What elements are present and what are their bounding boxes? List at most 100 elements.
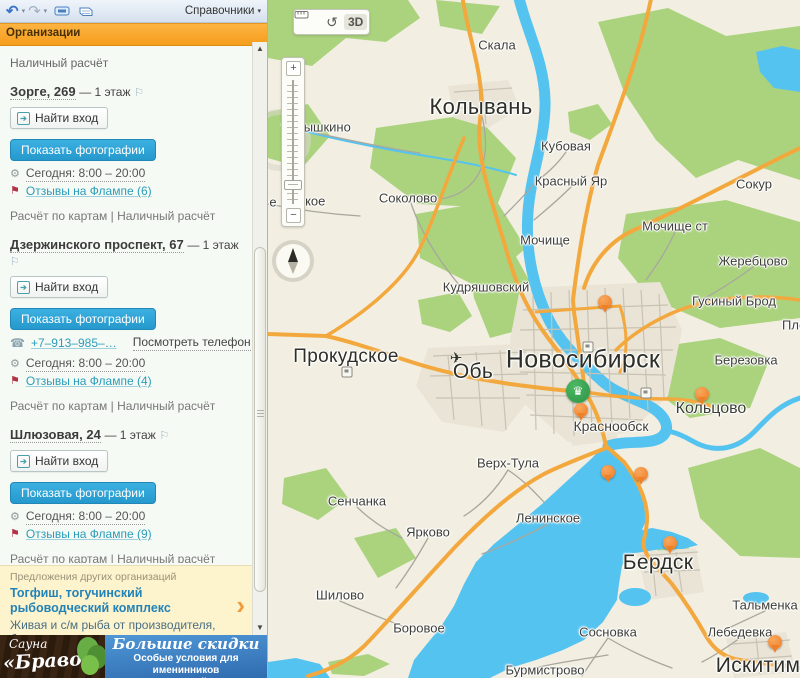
zoom-in-button[interactable]: + xyxy=(286,61,301,76)
map-town-label: Кольцово xyxy=(676,400,747,418)
map-town-label: Прокудское xyxy=(293,346,398,368)
map-pin-flag-icon[interactable]: ⚐ xyxy=(10,256,20,268)
map-pin-flag-icon[interactable]: ⚐ xyxy=(159,430,169,442)
map-town-label: Бурмистрово xyxy=(506,663,585,678)
map-town-label: Гусиный Брод xyxy=(692,294,776,309)
org-entry: Дзержинского проспект, 67 — 1 этаж ⚐ ➔ Н… xyxy=(10,237,245,414)
flamp-reviews-link[interactable]: Отзывы на Флампе (6) xyxy=(26,184,152,199)
app-toolbar: ↶ ▾ ↷ ▾ Справочники ▾ xyxy=(0,0,267,23)
other-offers-block[interactable]: Предложения других организаций Тогфиш, т… xyxy=(0,565,253,635)
map-town-label: Соколово xyxy=(379,191,437,206)
offer-description: Живая и с/м рыба от производителя, без xyxy=(10,618,227,635)
map-pin-flag-icon[interactable]: ⚐ xyxy=(134,87,144,99)
rotate-icon[interactable]: ↺ xyxy=(320,12,344,32)
map-town-label: Березовка xyxy=(714,353,777,368)
map-town-label: Красный Яр xyxy=(535,174,608,189)
pin-tail xyxy=(604,475,612,483)
payment-methods-text: Расчёт по картам | Наличный расчёт xyxy=(10,552,245,563)
map-town-label: Лебедевка xyxy=(708,625,773,640)
schedule-icon: ⚙ xyxy=(10,167,20,182)
ad-banner-text: Большие скидки Особые условия для именин… xyxy=(105,635,267,678)
working-hours-link[interactable]: Сегодня: 8:00 – 20:00 xyxy=(26,356,145,372)
map-town-label: Мочище ст xyxy=(642,219,708,234)
org-address-link[interactable]: Зорге, 269 xyxy=(10,84,76,100)
chevron-right-icon[interactable]: › xyxy=(236,592,245,618)
find-entrance-button[interactable]: ➔ Найти вход xyxy=(10,276,108,298)
view-phone-link[interactable]: Посмотреть телефон xyxy=(133,335,251,351)
working-hours-link[interactable]: Сегодня: 8:00 – 20:00 xyxy=(26,166,145,182)
redo-button[interactable]: ↷ xyxy=(28,4,41,19)
flamp-reviews-link[interactable]: Отзывы на Флампе (4) xyxy=(26,374,152,389)
zoom-out-button[interactable]: − xyxy=(286,208,301,223)
find-entrance-button[interactable]: ➔ Найти вход xyxy=(10,450,108,472)
map-town-label: Тальменка xyxy=(732,598,798,613)
find-entrance-label: Найти вход xyxy=(35,280,98,295)
chevron-down-icon: ▾ xyxy=(257,7,261,15)
legend-icon[interactable] xyxy=(78,5,94,18)
offers-title: Предложения других организаций xyxy=(10,571,227,583)
map-town-label: Боровое xyxy=(393,621,444,636)
ad-banner[interactable]: Сауна «Браво» Большие скидки Особые усло… xyxy=(0,635,267,678)
org-list: Наличный расчёт Зорге, 269 — 1 этаж ⚐ ➔ … xyxy=(0,42,253,563)
entrance-icon: ➔ xyxy=(17,281,30,294)
pin-tail xyxy=(698,397,706,405)
zoom-handle[interactable] xyxy=(284,180,302,190)
map-town-label: Кудряшовский xyxy=(443,280,529,295)
sidebar-scrollbar[interactable]: ▲ ▼ xyxy=(252,42,267,635)
flamp-flag-icon: ⚑ xyxy=(10,374,20,389)
compass-control[interactable] xyxy=(272,240,314,282)
map-town-label: Мочище xyxy=(520,233,570,248)
find-entrance-label: Найти вход xyxy=(35,454,98,469)
train-station-icon xyxy=(641,388,652,399)
org-floor-text: — 1 этаж xyxy=(187,238,238,252)
flamp-flag-icon: ⚑ xyxy=(10,527,20,542)
show-photos-button[interactable]: Показать фотографии xyxy=(10,482,156,504)
entrance-icon: ➔ xyxy=(17,455,30,468)
offer-org-link[interactable]: Тогфиш, тогучинский рыбоводческий компле… xyxy=(10,586,227,616)
find-entrance-button[interactable]: ➔ Найти вход xyxy=(10,107,108,129)
pin-tail xyxy=(637,477,645,485)
scroll-up-icon[interactable]: ▲ xyxy=(253,42,267,56)
map-view[interactable]: СкалаКолываньтырышкиноКубоваяКрасный ЯрС… xyxy=(268,0,800,678)
print-icon[interactable] xyxy=(54,5,71,17)
org-floor-text: — 1 этаж xyxy=(79,85,130,99)
scroll-down-icon[interactable]: ▼ xyxy=(253,621,267,635)
3d-mode-button[interactable]: 3D xyxy=(344,14,367,30)
flamp-reviews-link[interactable]: Отзывы на Флампе (9) xyxy=(26,527,152,542)
train-station-icon xyxy=(583,342,594,353)
redo-caret-icon[interactable]: ▾ xyxy=(44,7,48,15)
map-town-label: Кубовая xyxy=(541,139,591,154)
schedule-icon: ⚙ xyxy=(10,510,20,525)
show-photos-button[interactable]: Показать фотографии xyxy=(10,308,156,330)
reference-dropdown[interactable]: Справочники ▾ xyxy=(185,5,261,17)
compass-needle-south xyxy=(288,262,298,274)
pin-tail xyxy=(601,305,609,313)
selected-org-marker[interactable]: ♛ xyxy=(566,379,590,403)
map-town-label: Искитим xyxy=(716,654,800,678)
undo-button[interactable]: ↶ xyxy=(6,4,19,19)
phone-number-link[interactable]: +7–913–985–… xyxy=(31,336,117,351)
train-station-icon xyxy=(342,367,353,378)
working-hours-link[interactable]: Сегодня: 8:00 – 20:00 xyxy=(26,509,145,525)
undo-caret-icon[interactable]: ▾ xyxy=(22,7,26,15)
show-photos-button[interactable]: Показать фотографии xyxy=(10,139,156,161)
banner-sauna-label: Сауна xyxy=(9,637,47,651)
org-entry: Зорге, 269 — 1 этаж ⚐ ➔ Найти вход Показ… xyxy=(10,84,245,224)
banner-line1: Особые условия для именинников xyxy=(105,653,267,677)
payment-methods-text: Расчёт по картам | Наличный расчёт xyxy=(10,209,245,224)
map-town-label: е xyxy=(269,195,276,210)
map-town-label: Верх-Тула xyxy=(477,456,539,471)
zoom-slider[interactable]: + − xyxy=(281,57,305,227)
airport-icon: ✈ xyxy=(450,349,463,367)
map-town-label: Сосновка xyxy=(579,625,637,640)
schedule-icon: ⚙ xyxy=(10,357,20,372)
org-address-link[interactable]: Шлюзовая, 24 xyxy=(10,427,101,443)
pin-tail xyxy=(577,413,585,421)
org-address-link[interactable]: Дзержинского проспект, 67 xyxy=(10,237,184,253)
scrollbar-thumb[interactable] xyxy=(254,247,266,592)
banner-title: Большие скидки xyxy=(105,636,267,653)
org-entry: Шлюзовая, 24 — 1 этаж ⚐ ➔ Найти вход Пок… xyxy=(10,427,245,563)
compass-needle-north xyxy=(288,248,298,262)
payment-methods-text: Расчёт по картам | Наличный расчёт xyxy=(10,399,245,414)
ruler-icon[interactable] xyxy=(296,12,320,32)
